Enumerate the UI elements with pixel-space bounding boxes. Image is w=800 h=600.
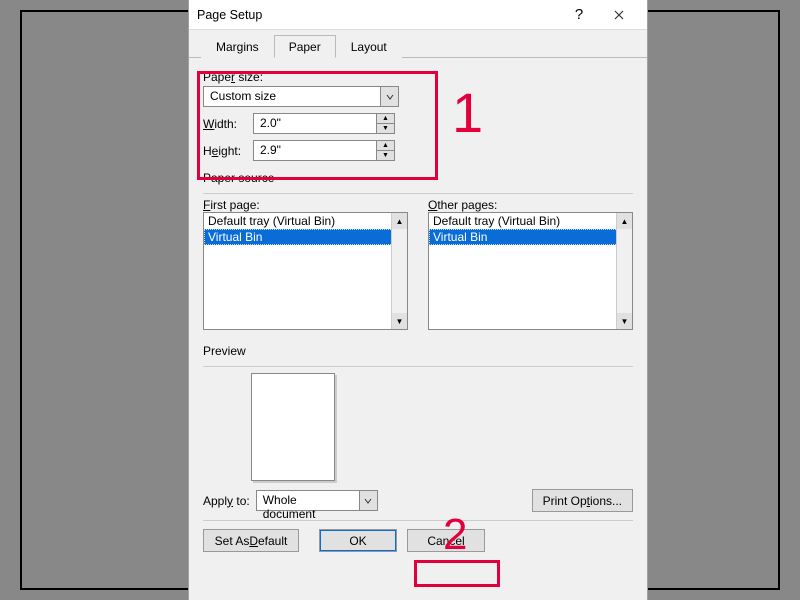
paper-size-combo[interactable]: Custom size [203,86,399,107]
chevron-down-icon [386,93,394,101]
first-page-label: First page: [203,198,408,212]
preview-page [251,373,335,481]
chevron-down-icon [364,497,372,505]
list-item[interactable]: Default tray (Virtual Bin) [429,213,632,229]
height-label: Height: [203,144,253,158]
paper-size-label: Paper size: [203,70,633,84]
preview-label: Preview [203,344,633,358]
scroll-down-icon[interactable]: ▼ [617,313,632,329]
list-item[interactable]: Default tray (Virtual Bin) [204,213,407,229]
close-button[interactable] [599,1,639,29]
tab-margins[interactable]: Margins [201,35,274,58]
apply-to-value: Whole document [257,491,359,510]
print-options-button[interactable]: Print Options... [532,489,633,512]
scroll-down-icon[interactable]: ▼ [392,313,407,329]
scrollbar[interactable]: ▲ ▼ [391,213,407,329]
first-page-list[interactable]: Default tray (Virtual Bin) Virtual Bin ▲… [203,212,408,330]
tab-layout[interactable]: Layout [336,35,402,58]
dropdown-button[interactable] [359,491,377,510]
ok-button[interactable]: OK [319,529,397,552]
tab-paper[interactable]: Paper [274,35,336,58]
paper-source-label: Paper source [203,171,633,185]
height-spinner[interactable]: 2.9" ▲ ▼ [253,140,395,161]
tab-strip: Margins Paper Layout [189,30,647,58]
apply-to-combo[interactable]: Whole document [256,490,378,511]
width-up[interactable]: ▲ [377,114,394,124]
width-value: 2.0" [254,114,376,133]
dialog-title: Page Setup [197,8,559,22]
other-pages-list[interactable]: Default tray (Virtual Bin) Virtual Bin ▲… [428,212,633,330]
scrollbar[interactable]: ▲ ▼ [616,213,632,329]
height-down[interactable]: ▼ [377,151,394,160]
close-icon [614,10,624,20]
list-item[interactable]: Virtual Bin [429,229,632,245]
paper-size-value: Custom size [204,87,380,106]
set-as-default-button[interactable]: Set As Default [203,529,299,552]
help-button[interactable]: ? [559,1,599,29]
width-label: Width: [203,117,253,131]
width-down[interactable]: ▼ [377,124,394,133]
dropdown-button[interactable] [380,87,398,106]
scroll-up-icon[interactable]: ▲ [617,213,632,229]
titlebar: Page Setup ? [189,0,647,30]
apply-to-label: Apply to: [203,494,250,508]
width-spinner[interactable]: 2.0" ▲ ▼ [253,113,395,134]
height-up[interactable]: ▲ [377,141,394,151]
list-item[interactable]: Virtual Bin [204,229,407,245]
cancel-button[interactable]: Cancel [407,529,485,552]
scroll-up-icon[interactable]: ▲ [392,213,407,229]
height-value: 2.9" [254,141,376,160]
page-setup-dialog: Page Setup ? Margins Paper Layout Paper … [188,0,648,600]
other-pages-label: Other pages: [428,198,633,212]
